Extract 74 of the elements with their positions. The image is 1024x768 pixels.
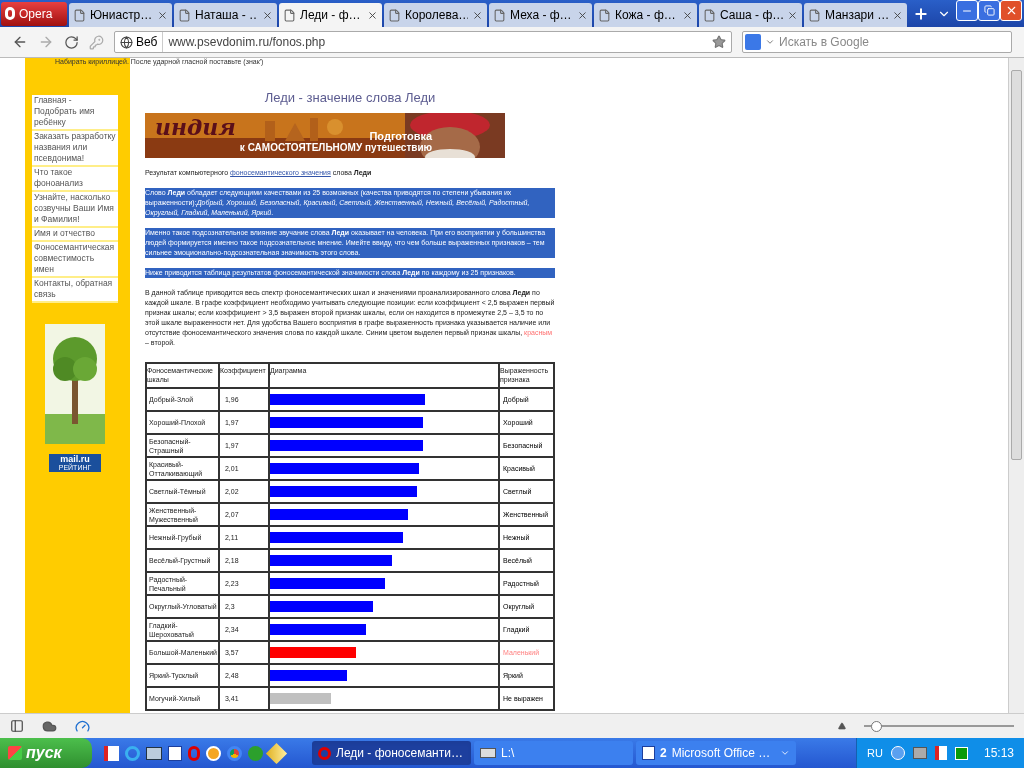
page-icon (493, 8, 506, 22)
back-icon[interactable] (12, 34, 28, 50)
status-square-icon[interactable] (954, 746, 968, 760)
new-tab-icon[interactable] (913, 5, 929, 22)
zoom-menu-icon[interactable] (838, 722, 846, 730)
panel-toggle-icon[interactable] (10, 719, 24, 733)
sidebar-link[interactable]: Главная - Подобрать имя ребёнку (32, 95, 118, 131)
zoom-slider-thumb[interactable] (871, 720, 882, 732)
tray-expand-icon[interactable] (890, 746, 905, 760)
banner-text: к САМОСТОЯТЕЛЬНОМУ путешествию (239, 142, 433, 154)
window-count: 2 (660, 745, 667, 762)
menu-button[interactable]: Opera (1, 1, 67, 26)
cloud-icon[interactable] (42, 718, 57, 734)
restore-button[interactable] (978, 0, 1000, 21)
reload-icon[interactable] (64, 34, 79, 50)
network-icon[interactable] (912, 747, 927, 759)
page-icon (808, 8, 821, 22)
close-icon[interactable] (787, 9, 798, 21)
clock: 15:13 (983, 745, 1014, 762)
speedometer-icon[interactable] (75, 718, 90, 734)
zoom-slider[interactable] (864, 720, 1014, 732)
page-icon (703, 8, 716, 22)
windows-logo-icon (8, 746, 22, 760)
close-button[interactable] (1000, 0, 1022, 21)
page-icon (388, 8, 401, 22)
browser-tab[interactable]: Наташа - … (174, 3, 277, 27)
browser-tab[interactable]: Леди - ф… (279, 3, 382, 27)
sidebar-link[interactable]: Что такое фоноанализ (32, 167, 118, 192)
opera-logo-icon (5, 7, 15, 20)
drive-icon (480, 748, 496, 758)
banner-text: Подготовка (369, 130, 433, 142)
page-icon (598, 8, 611, 22)
monitor-icon[interactable] (146, 746, 162, 760)
scrollbar[interactable] (1008, 58, 1024, 713)
close-icon[interactable] (892, 9, 903, 21)
sidebar-link[interactable]: Фоносемантическая совместимость имен (32, 242, 118, 278)
close-icon[interactable] (472, 9, 483, 21)
sidebar-link[interactable]: Узнайте, насколько созвучны Ваши Имя и Фамилия! (32, 192, 118, 228)
bookmark-star-icon[interactable] (712, 35, 726, 49)
close-icon[interactable] (157, 9, 168, 21)
taskbar-button[interactable]: 2 Microsoft Office … (636, 741, 796, 765)
sidebar-link[interactable]: Заказать разработку названия или псевдонима! (32, 131, 118, 167)
browser-tab[interactable]: Манзари … (804, 3, 907, 27)
document-icon (642, 746, 655, 760)
close-icon[interactable] (262, 9, 273, 21)
address-field[interactable]: Веб www.psevdonim.ru/fonos.php (114, 31, 732, 53)
chrome-icon[interactable] (227, 745, 242, 761)
close-icon[interactable] (367, 9, 378, 21)
sidebar-link[interactable]: Контакты, обратная связь (32, 278, 118, 303)
web-badge[interactable]: Веб (115, 32, 164, 52)
opera-icon (318, 746, 331, 760)
close-icon[interactable] (577, 9, 588, 21)
browser-tab[interactable]: Юниастр… (69, 3, 172, 27)
page-icon (283, 8, 296, 22)
browser-tab[interactable]: Саша - ф… (699, 3, 802, 27)
page-icon (178, 8, 191, 22)
browser-tab[interactable]: Кожа - ф… (594, 3, 697, 27)
dropdown-caret-icon[interactable] (765, 37, 775, 47)
scrollbar-thumb[interactable] (1011, 70, 1022, 460)
url-text: www.psevdonim.ru/fonos.php (168, 34, 327, 51)
page-icon (73, 8, 86, 22)
sidebar-link[interactable]: Имя и отчество (32, 228, 118, 242)
search-field[interactable]: Искать в Google (742, 31, 1012, 53)
browser-tab[interactable]: Королева… (384, 3, 487, 27)
restore-icon (983, 5, 995, 16)
minimize-button[interactable] (956, 0, 978, 21)
document-icon[interactable] (168, 745, 182, 761)
browser-tab[interactable]: Меха - ф… (489, 3, 592, 27)
taskbar-button[interactable]: L:\ (474, 741, 633, 765)
banner-headline: индия (155, 115, 236, 139)
group-caret-icon (780, 748, 790, 758)
close-icon[interactable] (682, 9, 693, 21)
page-title: Леди - значение слова Леди (263, 90, 437, 106)
taskbar-button[interactable]: Леди - фоносеманти… (312, 741, 471, 765)
